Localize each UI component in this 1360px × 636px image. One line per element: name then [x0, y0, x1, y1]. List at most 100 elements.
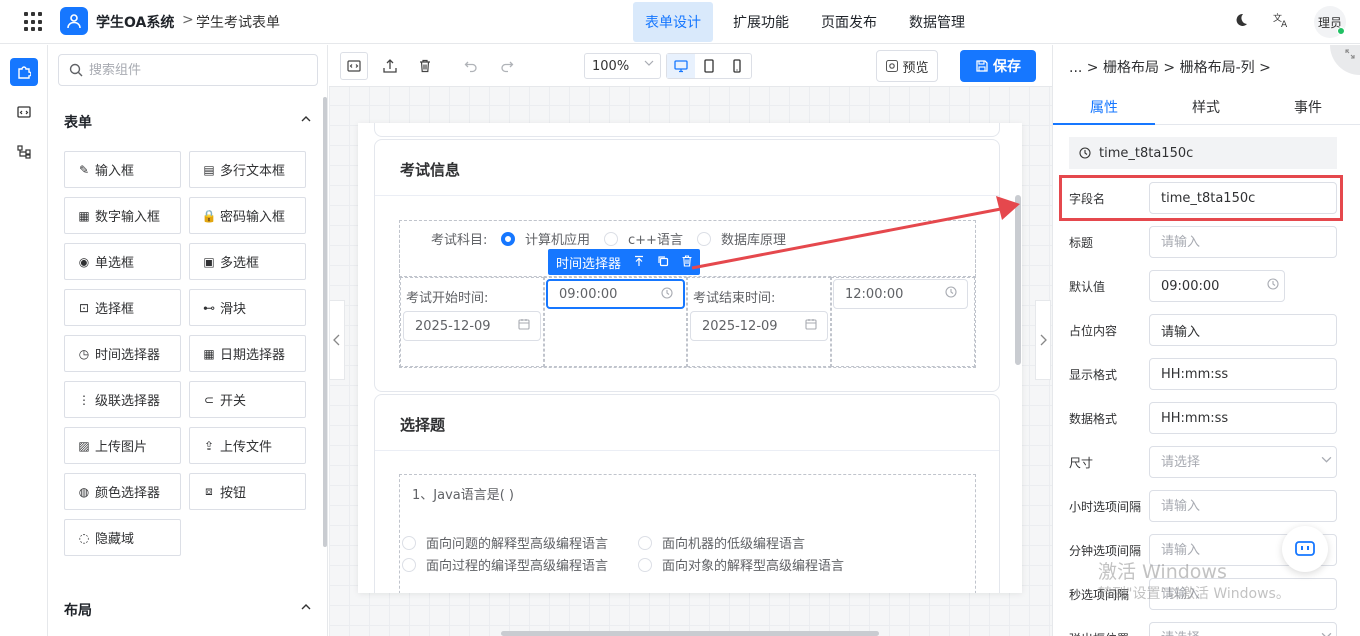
- design-canvas: 100% 预览 保存 考试信息 考试科目: 计算机应用 c++语言 数据库原理 …: [329, 45, 1052, 636]
- start-date-picker[interactable]: 2025-12-09: [403, 311, 541, 341]
- component-calendar-button[interactable]: ▦ 日期选择器: [189, 335, 306, 372]
- nav-extensions[interactable]: 扩展功能: [721, 2, 801, 42]
- prop-input[interactable]: [1149, 270, 1285, 302]
- code-view-button[interactable]: [340, 52, 368, 80]
- prop-row: 默认值: [1069, 270, 1353, 302]
- prop-input[interactable]: [1149, 182, 1337, 214]
- question-option-c[interactable]: 面向过程的编译型高级编程语言: [402, 555, 608, 574]
- redo-button[interactable]: [493, 52, 521, 80]
- component-label: 数字输入框: [95, 210, 161, 225]
- prop-input[interactable]: [1149, 490, 1337, 522]
- number-icon: ▦: [78, 208, 90, 223]
- radio-icon: [402, 535, 416, 550]
- component-label: 输入框: [95, 164, 135, 179]
- prop-row: 数据格式: [1069, 402, 1353, 434]
- chevron-up-icon[interactable]: [300, 601, 312, 616]
- switch-icon: ⊂: [203, 392, 215, 407]
- assistant-bot-button[interactable]: [1282, 526, 1328, 572]
- prop-input[interactable]: [1149, 358, 1337, 390]
- user-logo-icon: [67, 14, 81, 29]
- copy-icon[interactable]: [657, 255, 669, 270]
- nav-publish[interactable]: 页面发布: [809, 2, 889, 42]
- rail-structure[interactable]: [10, 138, 38, 166]
- exam-info-title: 考试信息: [400, 161, 461, 179]
- subject-option-cpp[interactable]: c++语言: [604, 229, 683, 248]
- component-cascader-button[interactable]: ⋮ 级联选择器: [64, 381, 181, 418]
- collapse-right-panel[interactable]: [1035, 300, 1051, 380]
- end-date-picker[interactable]: 2025-12-09: [690, 311, 828, 341]
- radio-icon: [402, 557, 416, 572]
- prop-input[interactable]: [1149, 446, 1337, 478]
- component-panel-scrollbar[interactable]: [323, 97, 327, 547]
- component-eye-off-button[interactable]: ◌ 隐藏域: [64, 519, 181, 556]
- breadcrumb-page[interactable]: 学生考试表单: [196, 12, 280, 32]
- component-button-button[interactable]: ⧈ 按钮: [189, 473, 306, 510]
- component-checkbox-button[interactable]: ▣ 多选框: [189, 243, 306, 280]
- component-search[interactable]: [58, 54, 318, 86]
- clear-button[interactable]: [411, 52, 439, 80]
- prop-row: 占位内容: [1069, 314, 1353, 346]
- prop-label: 数据格式: [1069, 412, 1118, 426]
- component-number-button[interactable]: ▦ 数字输入框: [64, 197, 181, 234]
- undo-button[interactable]: [457, 52, 485, 80]
- choice-question-card[interactable]: 选择题 1、Java语言是( ) 面向问题的解释型高级编程语言 面向机器的低级编…: [374, 394, 1000, 593]
- component-select-button[interactable]: ⊡ 选择框: [64, 289, 181, 326]
- component-lock-button[interactable]: 🔒 密码输入框: [189, 197, 306, 234]
- component-pencil-button[interactable]: ✎ 输入框: [64, 151, 181, 188]
- chevron-up-icon[interactable]: [300, 113, 312, 128]
- code-window-icon: [17, 106, 31, 118]
- component-upload-button[interactable]: ⇪ 上传文件: [189, 427, 306, 464]
- subject-option-computer[interactable]: 计算机应用: [501, 229, 590, 248]
- question-option-a[interactable]: 面向问题的解释型高级编程语言: [402, 533, 608, 552]
- nav-form-design[interactable]: 表单设计: [633, 2, 713, 42]
- component-label: 隐藏域: [95, 532, 135, 547]
- tab-attributes[interactable]: 属性: [1053, 89, 1155, 125]
- prop-label: 小时选项间隔: [1069, 500, 1142, 514]
- component-switch-button[interactable]: ⊂ 开关: [189, 381, 306, 418]
- property-breadcrumb[interactable]: ... > 栅格布局 > 栅格布局-列 >: [1069, 57, 1271, 77]
- dark-mode-moon-icon[interactable]: [1233, 12, 1249, 32]
- end-time-picker[interactable]: 12:00:00: [833, 279, 968, 309]
- question-text: 1、Java语言是( ): [412, 488, 515, 503]
- prop-row: 小时选项间隔: [1069, 490, 1353, 522]
- component-radio-button[interactable]: ◉ 单选框: [64, 243, 181, 280]
- canvas-horizontal-scrollbar[interactable]: [501, 631, 879, 636]
- question-option-b[interactable]: 面向机器的低级编程语言: [638, 533, 805, 552]
- device-desktop[interactable]: [667, 54, 695, 78]
- chevron-down-icon: [1321, 454, 1332, 468]
- save-button[interactable]: 保存: [960, 50, 1036, 82]
- device-mobile[interactable]: [723, 54, 751, 78]
- component-panel: 表单 ✎ 输入框 ▤ 多行文本框 ▦ 数字输入框 🔒密码输入框 ◉ 单选框 ▣ 多选框 ⊡ 选择框 ⊷ 滑块…: [48, 45, 328, 636]
- search-input[interactable]: [89, 62, 289, 78]
- clock-icon: [1079, 147, 1091, 159]
- prop-input[interactable]: [1149, 226, 1337, 258]
- component-clock-button[interactable]: ◷ 时间选择器: [64, 335, 181, 372]
- collapse-left-panel[interactable]: [329, 300, 345, 380]
- component-label: 颜色选择器: [95, 486, 161, 501]
- device-tablet[interactable]: [695, 54, 723, 78]
- component-slider-button[interactable]: ⊷ 滑块: [189, 289, 306, 326]
- prop-input[interactable]: [1149, 622, 1337, 636]
- zoom-select[interactable]: 100%: [584, 53, 661, 79]
- rail-code[interactable]: [10, 98, 38, 126]
- chevron-down-icon: [1321, 630, 1332, 636]
- start-time-picker[interactable]: 09:00:00: [546, 279, 685, 309]
- tab-events[interactable]: 事件: [1257, 89, 1359, 124]
- tab-styles[interactable]: 样式: [1155, 89, 1257, 124]
- component-palette-button[interactable]: ◍ 颜色选择器: [64, 473, 181, 510]
- rail-components[interactable]: [10, 58, 38, 86]
- translate-icon[interactable]: 文A: [1273, 12, 1289, 32]
- question-option-d[interactable]: 面向对象的解释型高级编程语言: [638, 555, 844, 574]
- component-textarea-button[interactable]: ▤ 多行文本框: [189, 151, 306, 188]
- preview-label: 预览: [902, 60, 929, 76]
- select-parent-icon[interactable]: [633, 255, 645, 270]
- nav-data-manage[interactable]: 数据管理: [897, 2, 977, 42]
- search-icon: [69, 63, 83, 77]
- export-button[interactable]: [376, 52, 404, 80]
- prop-input[interactable]: [1149, 314, 1337, 346]
- preview-button[interactable]: 预览: [876, 50, 938, 82]
- component-image-button[interactable]: ▨ 上传图片: [64, 427, 181, 464]
- top-header: 学生OA系统 > 学生考试表单 表单设计 扩展功能 页面发布 数据管理 文A 理…: [0, 0, 1360, 44]
- app-grid-icon[interactable]: [24, 12, 44, 32]
- prop-input[interactable]: [1149, 402, 1337, 434]
